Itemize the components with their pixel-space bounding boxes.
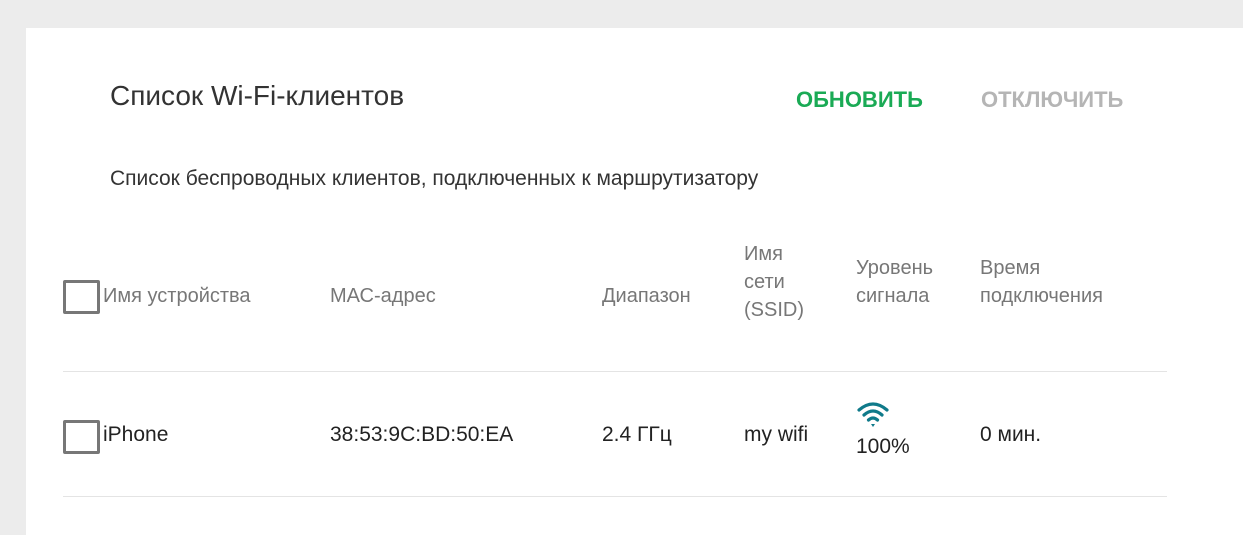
cell-signal-level: 100% xyxy=(856,435,910,458)
header-signal: Уровень сигнала xyxy=(856,257,934,307)
header-divider xyxy=(63,371,1167,372)
select-all-checkbox[interactable] xyxy=(63,280,100,314)
disconnect-button[interactable]: ОТКЛЮЧИТЬ xyxy=(981,84,1123,116)
refresh-button[interactable]: ОБНОВИТЬ xyxy=(796,84,923,116)
header-band: Диапазон xyxy=(602,285,691,307)
row-divider xyxy=(63,496,1167,497)
panel-subtitle: Список беспроводных клиентов, подключенн… xyxy=(110,167,759,190)
cell-band: 2.4 ГГц xyxy=(602,423,672,446)
cell-device-name: iPhone xyxy=(103,423,169,446)
header-device-name: Имя устройства xyxy=(103,285,251,307)
cell-ssid: my wifi xyxy=(744,423,809,446)
wifi-clients-panel: Список Wi-Fi-клиентов ОБНОВИТЬ ОТКЛЮЧИТЬ… xyxy=(26,28,1243,535)
header-connection-time: Время подключения xyxy=(980,257,1103,307)
cell-connection-time: 0 мин. xyxy=(980,423,1042,446)
wifi-icon xyxy=(857,402,889,427)
header-ssid: Имя сети (SSID) xyxy=(744,243,804,321)
cell-mac: 38:53:9C:BD:50:EA xyxy=(330,423,514,446)
panel-title: Список Wi-Fi-клиентов xyxy=(110,80,405,111)
row-checkbox[interactable] xyxy=(63,420,100,454)
header-mac: МАС-адрес xyxy=(330,285,436,307)
